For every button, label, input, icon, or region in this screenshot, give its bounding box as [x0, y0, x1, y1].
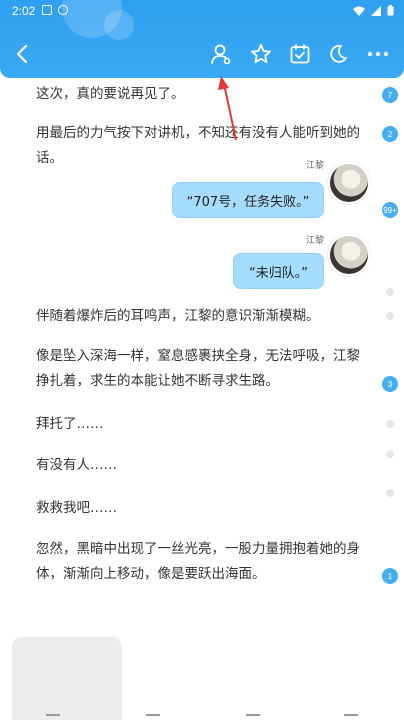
paragraph-marker: [386, 450, 394, 458]
night-mode-button[interactable]: [322, 36, 354, 72]
speaker-name: 江黎: [305, 236, 324, 246]
comment-count-badge[interactable]: 99+: [382, 202, 398, 218]
chat-content[interactable]: 这次，真的要说再见了。 7 用最后的力气按下对讲机，不知还有没有人能听到她的话。…: [0, 78, 404, 720]
speaker-name: 江黎: [305, 161, 324, 171]
status-time: 2:02: [12, 4, 36, 18]
status-icons: [353, 5, 394, 16]
narration-text: 忽然，黑暗中出现了一丝光亮，一股力量拥抱着她的身体，渐渐向上移动，像是要跃出海面…: [36, 541, 360, 582]
narration-text: 有没有人……: [36, 457, 117, 473]
user-settings-icon: [211, 44, 231, 65]
favorite-button[interactable]: [245, 36, 277, 72]
paragraph-marker: [386, 288, 394, 296]
status-bar: 2:02: [0, 0, 404, 22]
narration-text: 用最后的力气按下对讲机，不知还有没有人能听到她的话。: [36, 125, 360, 166]
comment-count-badge[interactable]: 3: [382, 376, 398, 392]
wifi-icon: [353, 6, 365, 16]
dialogue-bubble: “707号，任务失败。”: [172, 182, 324, 218]
narration-text: 救救我吧……: [36, 500, 117, 516]
toolbar: [0, 36, 404, 72]
bottom-icon[interactable]: [46, 714, 60, 720]
more-icon: [367, 51, 389, 57]
bottom-icon[interactable]: [146, 714, 160, 720]
notification-icon: [58, 5, 68, 15]
comment-count-badge[interactable]: 2: [382, 126, 398, 142]
comment-count-badge[interactable]: 1: [382, 568, 398, 584]
avatar[interactable]: [328, 162, 370, 204]
star-icon: [251, 44, 271, 64]
paragraph-marker: [386, 489, 394, 497]
bottom-icon[interactable]: [344, 714, 358, 720]
narration-text: 拜托了……: [36, 416, 104, 432]
bottom-toolbar: [0, 710, 404, 720]
user-settings-button[interactable]: [205, 36, 237, 72]
image-placeholder[interactable]: [12, 637, 122, 720]
narration-text: 像是坠入深海一样，窒息感裹挟全身，无法呼吸，江黎挣扎着，求生的本能让她不断寻求生…: [36, 348, 360, 389]
checkin-button[interactable]: [284, 36, 316, 72]
bottom-icon[interactable]: [246, 714, 260, 720]
dialogue-bubble: “未归队。”: [233, 253, 324, 289]
avatar[interactable]: [328, 234, 370, 276]
chevron-left-icon: [16, 44, 28, 64]
battery-icon: [387, 5, 394, 16]
back-button[interactable]: [6, 36, 38, 72]
paragraph-marker: [386, 420, 394, 428]
paragraph-marker: [386, 312, 394, 320]
more-button[interactable]: [362, 36, 394, 72]
narration-text: 这次，真的要说再见了。: [36, 86, 185, 102]
calendar-check-icon: [290, 44, 310, 64]
notification-icon: [42, 5, 52, 15]
narration-text: 伴随着爆炸后的耳鸣声，江黎的意识渐渐模糊。: [36, 308, 320, 324]
comment-count-badge[interactable]: 7: [382, 87, 398, 103]
app-header: 2:02: [0, 0, 404, 78]
signal-icon: [371, 5, 381, 16]
moon-icon: [330, 44, 347, 63]
